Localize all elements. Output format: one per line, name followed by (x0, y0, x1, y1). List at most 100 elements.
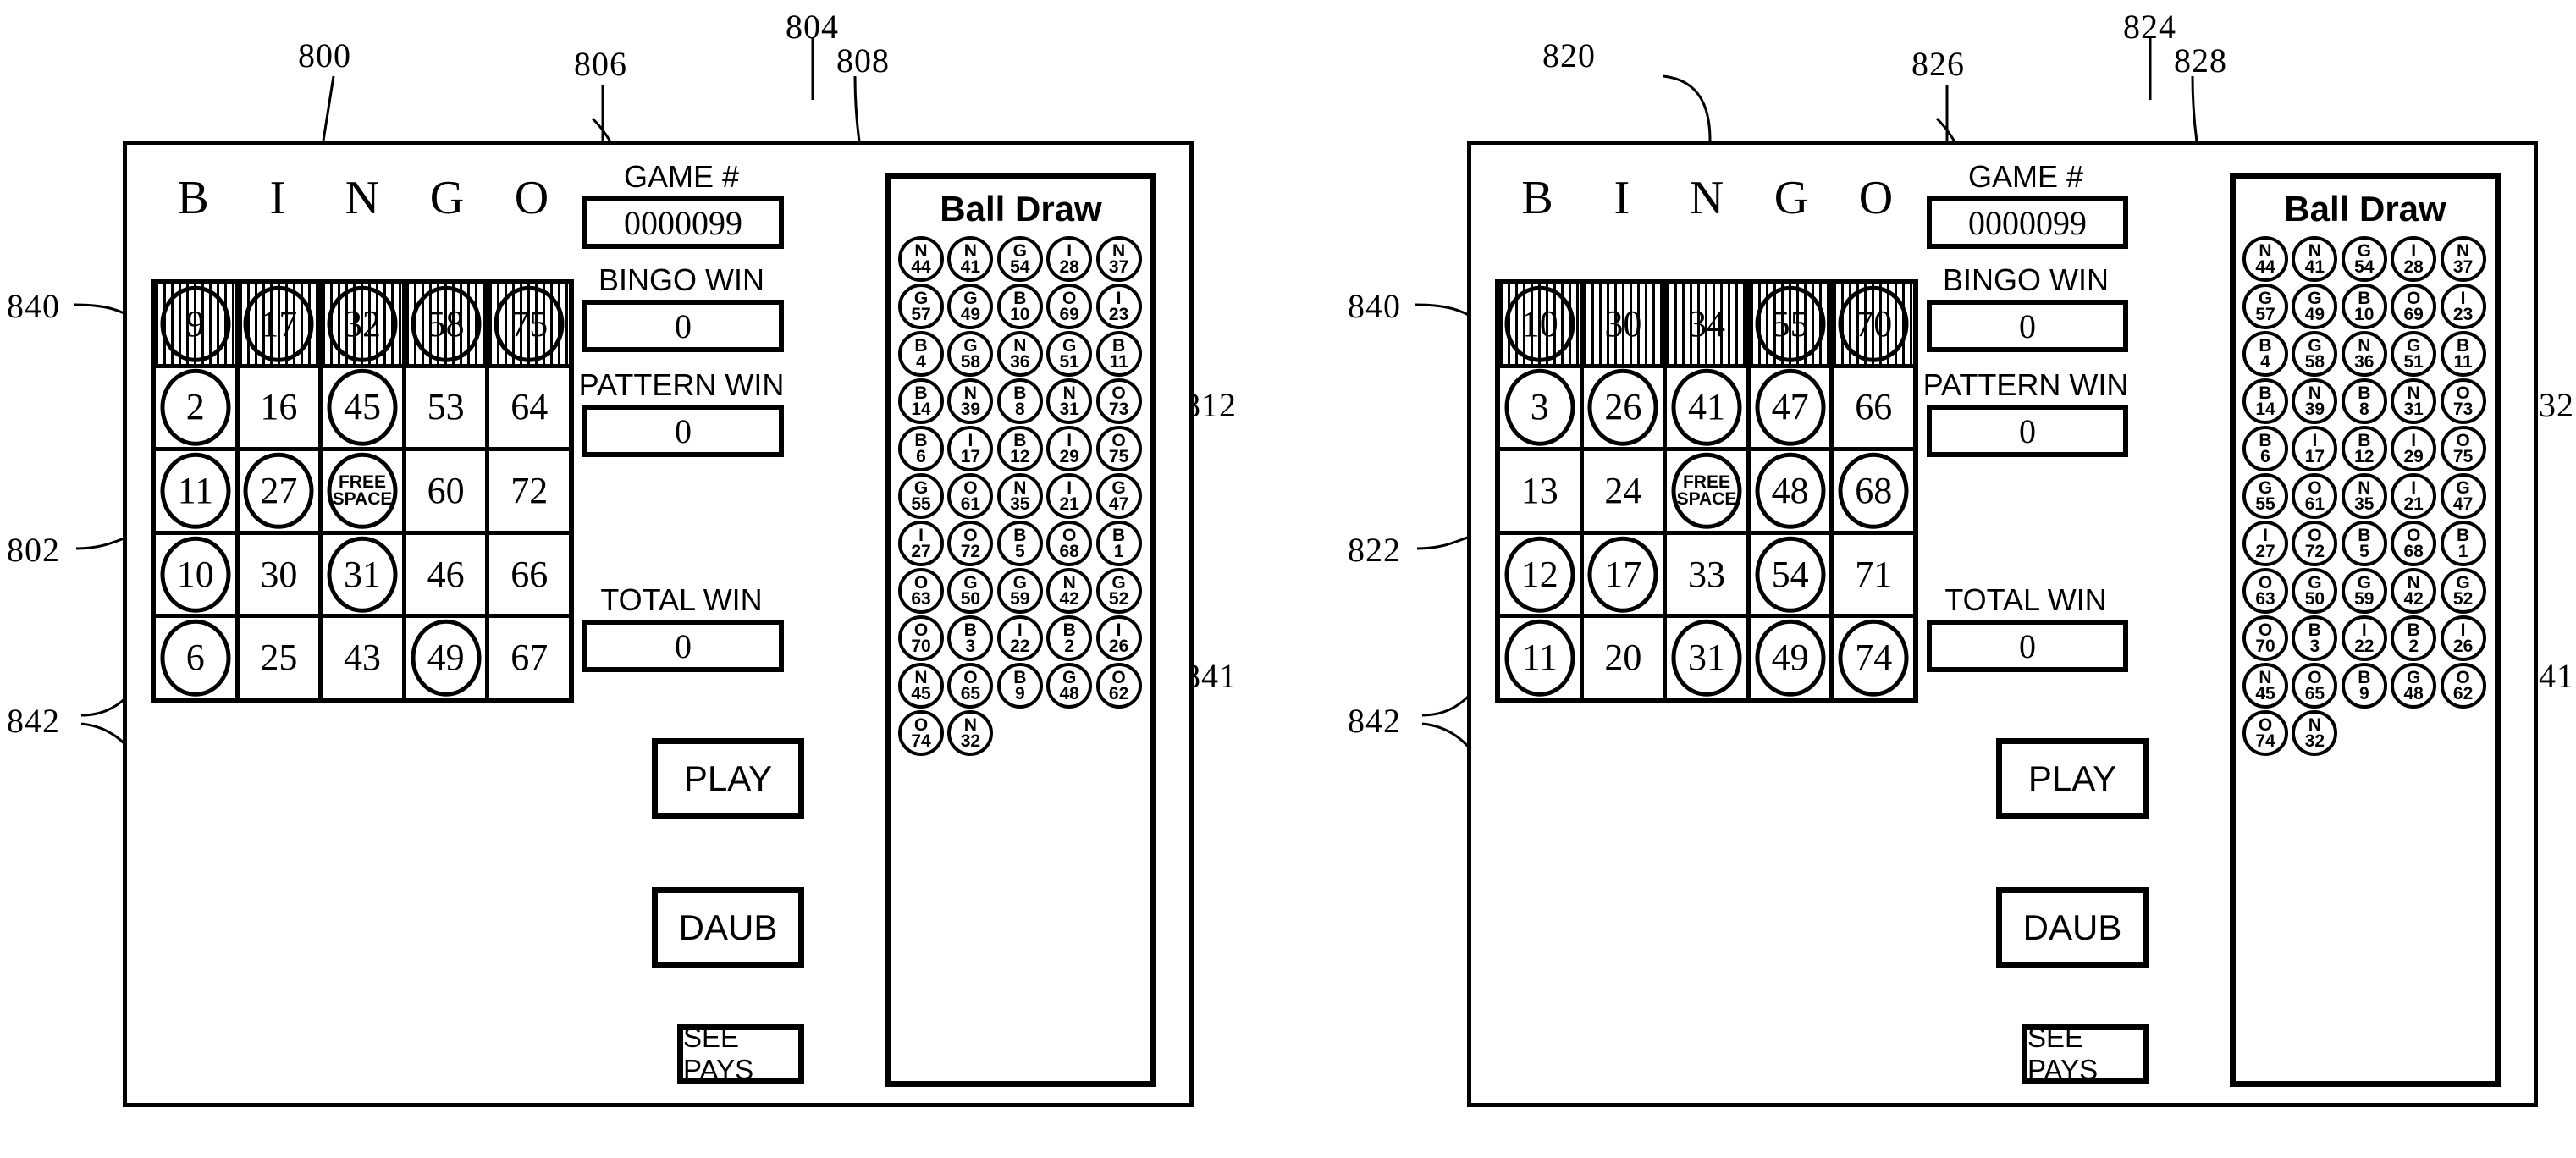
ball-draw-item: N 32 (2292, 710, 2338, 756)
bingo-card-right[interactable]: 10 30 34 55 70 3 26 41 47 66 13 24 FREE SPACE 48 68 12 17… (1495, 279, 1918, 703)
ball-number: 22 (2354, 637, 2375, 656)
ball-draw-item: G 54 (2341, 236, 2387, 282)
bingo-card-left[interactable]: 9 17 32 58 75 2 16 45 53 64 11 27 FREE SPACE 60 72 10 30 3… (151, 279, 574, 703)
ball-draw-item: N 45 (2242, 663, 2288, 709)
bingo-cell[interactable]: 30 (1583, 284, 1663, 364)
bingo-cell-number: 16 (260, 386, 298, 428)
ball-number: 29 (1059, 447, 1079, 466)
bingo-cell[interactable]: 31 (323, 534, 402, 615)
daub-button-right[interactable]: DAUB (1996, 887, 2149, 968)
ball-number: 5 (1014, 542, 1025, 561)
bingo-cell[interactable]: 47 (1750, 367, 1830, 448)
bingo-cell[interactable]: 64 (489, 367, 569, 448)
bingo-cell[interactable]: 27 (239, 451, 319, 531)
ball-draw-item: I 23 (1095, 284, 1142, 329)
ball-draw-item: B1 (1095, 521, 1142, 566)
bingo-cell[interactable]: 34 (1667, 284, 1746, 364)
bingo-cell[interactable]: 68 (1834, 451, 1913, 531)
ball-number: 47 (1108, 494, 1129, 514)
bingo-cell[interactable]: 10 (156, 534, 235, 615)
bingo-cell[interactable]: 10 (1500, 284, 1580, 364)
bingo-cell[interactable]: 67 (489, 618, 569, 698)
play-button-left[interactable]: PLAY (652, 738, 804, 819)
bingo-cell[interactable]: 31 (1667, 618, 1746, 698)
ball-number: 28 (1059, 257, 1079, 277)
bingo-cell[interactable]: 71 (1834, 534, 1913, 615)
ball-number: 65 (960, 684, 981, 703)
ball-draw-item: O 62 (1095, 663, 1142, 709)
bingo-cell[interactable]: 9 (156, 284, 235, 364)
bingo-cell-number: 17 (1604, 553, 1642, 595)
bingo-cell[interactable]: 3 (1500, 367, 1580, 448)
bingo-letter-g: G (429, 172, 465, 224)
bingo-cell[interactable]: 72 (489, 451, 569, 531)
bingo-cell[interactable]: 41 (1667, 367, 1746, 448)
bingo-cell-number: 71 (1855, 553, 1893, 595)
bingo-letter-n: N (1689, 172, 1724, 224)
bingo-cell[interactable]: 12 (1500, 534, 1580, 615)
bingo-cell-number: 33 (1687, 553, 1725, 595)
daub-button-left[interactable]: DAUB (652, 887, 804, 968)
bingo-cell[interactable]: 58 (405, 284, 486, 364)
bingo-cell[interactable]: 24 (1583, 451, 1663, 531)
bingo-cell-number: 67 (510, 637, 549, 679)
ball-draw-item: B4 (898, 331, 944, 377)
bingo-cell[interactable]: 11 (1500, 618, 1580, 698)
ball-number: 58 (960, 352, 981, 372)
bingo-cell[interactable]: 30 (239, 534, 319, 615)
bingo-cell[interactable]: 66 (1834, 367, 1913, 448)
bingo-cell[interactable]: 20 (1583, 618, 1663, 698)
bingo-cell[interactable]: 17 (1583, 534, 1663, 615)
ball-number: 23 (2452, 305, 2474, 324)
see-pays-button-right[interactable]: SEE PAYS (2022, 1022, 2149, 1085)
bingo-cell[interactable]: 75 (489, 284, 569, 364)
bingo-cell[interactable]: 49 (1750, 618, 1830, 698)
bingo-cell[interactable]: 46 (405, 534, 486, 615)
bingo-cell[interactable]: FREE SPACE (323, 451, 402, 531)
bingo-cell[interactable]: 60 (405, 451, 486, 531)
ball-number: 41 (960, 257, 981, 277)
bingo-cell[interactable]: 25 (239, 618, 319, 698)
ball-draw-panel-right: Ball Draw N 44 N 41 G 54 I 28 N 37 G 57 G 49 B 10 O 69 I 23… (2230, 173, 2501, 1087)
bingo-cell[interactable]: 74 (1834, 618, 1913, 698)
ball-number: 45 (2255, 684, 2275, 703)
bingo-cell[interactable]: 70 (1834, 284, 1913, 364)
bingo-cell[interactable]: 17 (239, 284, 319, 364)
bingo-cell[interactable]: 2 (156, 367, 235, 448)
bingo-cell[interactable]: FREE SPACE (1667, 451, 1746, 531)
ball-draw-panel-left: Ball Draw N 44 N 41 G 54 I 28 N 37 G 57 G 49 B 10 O 69 I 23… (885, 173, 1156, 1087)
ball-draw-item: I 22 (996, 615, 1043, 661)
bingo-cell[interactable]: 54 (1750, 534, 1830, 615)
bingo-cell[interactable]: 45 (323, 367, 402, 448)
bingo-cell[interactable]: 43 (323, 618, 402, 698)
ball-number: 44 (911, 257, 931, 277)
ball-draw-item: N 45 (898, 663, 944, 709)
ball-number: 59 (1010, 589, 1030, 609)
see-pays-button-left[interactable]: SEE PAYS (677, 1022, 804, 1085)
bingo-cell[interactable]: 16 (239, 367, 319, 448)
bingo-cell[interactable]: 55 (1750, 284, 1830, 364)
ball-number: 48 (2403, 684, 2424, 703)
bingo-cell[interactable]: 11 (156, 451, 235, 531)
bingo-cell[interactable]: 26 (1583, 367, 1663, 448)
ref-daubed-right: 842 (1348, 702, 1401, 740)
ball-number: 72 (2304, 542, 2325, 561)
ball-draw-item: B 10 (2341, 284, 2387, 329)
bingo-cell-number: 66 (510, 553, 549, 595)
bingo-cell[interactable]: 48 (1750, 451, 1830, 531)
ball-draw-item: O 69 (2391, 284, 2437, 329)
bingo-cell[interactable]: 53 (405, 367, 486, 448)
bingo-cell[interactable]: 32 (323, 284, 402, 364)
bingo-cell-number: 70 (1855, 302, 1893, 345)
bingo-cell[interactable]: 6 (156, 618, 235, 698)
play-button-right[interactable]: PLAY (1996, 738, 2149, 819)
bingo-win-value-right: 0 (1927, 300, 2128, 352)
ball-draw-item: B 12 (2341, 426, 2387, 471)
total-win-label-left: TOTAL WIN (600, 582, 763, 617)
bingo-cell[interactable]: 13 (1500, 451, 1580, 531)
bingo-cell-number: 9 (185, 302, 205, 345)
ball-number: 26 (2452, 637, 2474, 656)
bingo-cell[interactable]: 33 (1667, 534, 1746, 615)
bingo-cell[interactable]: 49 (405, 618, 486, 698)
bingo-cell[interactable]: 66 (489, 534, 569, 615)
